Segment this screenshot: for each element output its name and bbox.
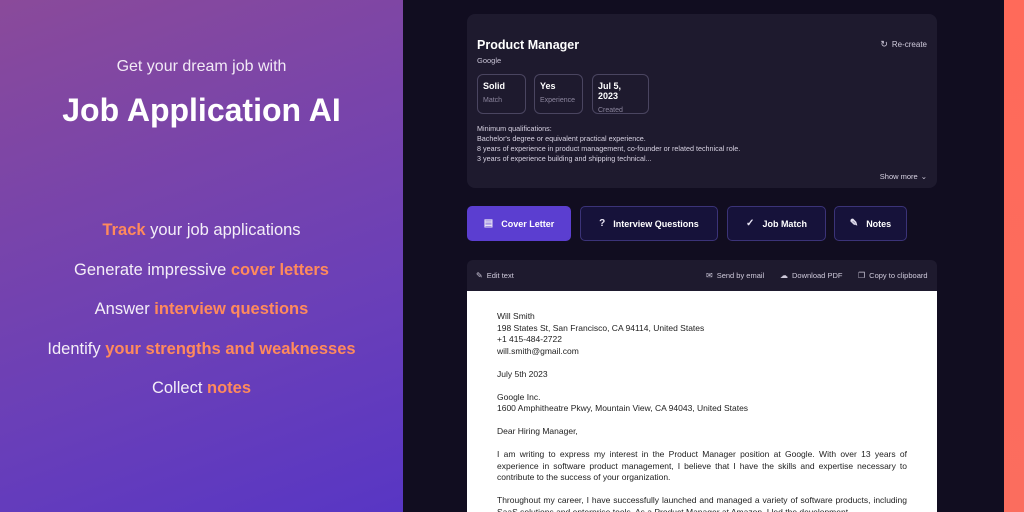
document-icon: ▤ (483, 218, 494, 229)
mail-icon: ✉ (706, 271, 713, 280)
copy-icon: ❐ (858, 271, 866, 280)
show-more-button[interactable]: Show more ⌄ (880, 172, 927, 181)
check-icon: ✓ (746, 218, 755, 229)
refresh-icon: ↻ (880, 39, 888, 49)
cover-letter-panel: ✎ Edit text ✉ Send by email ☁ Download P… (467, 260, 937, 512)
feature-cover-letters: Generate impressive cover letters (74, 261, 329, 279)
feature-notes: Collect notes (151, 379, 252, 397)
edit-text-button[interactable]: ✎ Edit text (476, 271, 514, 280)
promo-pretitle: Get your dream job with (116, 58, 287, 75)
stat-created: Jul 5, 2023 Created (592, 74, 649, 114)
stat-match: Solid Match (477, 74, 526, 114)
letter-paragraph: Throughout my career, I have successfull… (497, 495, 907, 512)
send-email-button[interactable]: ✉ Send by email (706, 271, 764, 280)
job-description: Minimum qualifications: Bachelor's degre… (477, 124, 741, 163)
letter-paragraph: I am writing to express my interest in t… (497, 449, 907, 482)
letter-toolbar: ✎ Edit text ✉ Send by email ☁ Download P… (467, 260, 937, 291)
edit-icon: ✎ (476, 271, 483, 280)
promo-panel: Get your dream job with Job Application … (0, 0, 403, 512)
copy-clipboard-button[interactable]: ❐ Copy to clipboard (858, 271, 928, 280)
tab-job-match[interactable]: ✓ Job Match (727, 206, 826, 241)
letter-date: July 5th 2023 (497, 368, 548, 379)
feature-interview-questions: Answer interview questions (94, 300, 309, 318)
tab-notes[interactable]: ✎ Notes (834, 206, 907, 241)
job-title: Product Manager (477, 38, 580, 52)
question-icon: ? (599, 218, 606, 229)
tab-cover-letter[interactable]: ▤ Cover Letter (467, 206, 571, 241)
app-panel: Product Manager Google ↻ Re-create Solid… (403, 0, 1004, 512)
chevron-down-icon: ⌄ (920, 172, 927, 181)
letter-document: Will Smith 198 States St, San Francisco,… (467, 291, 937, 512)
promo-title: Job Application AI (62, 92, 341, 128)
company-name: Google (477, 56, 502, 65)
cloud-download-icon: ☁ (780, 271, 788, 280)
right-accent-strip (1004, 0, 1024, 512)
recipient-block: Google Inc. 1600 Amphitheatre Pkwy, Moun… (497, 391, 749, 414)
download-pdf-button[interactable]: ☁ Download PDF (780, 271, 842, 280)
sender-block: Will Smith 198 States St, San Francisco,… (497, 311, 705, 356)
tab-interview-questions[interactable]: ? Interview Questions (580, 206, 718, 241)
pencil-icon: ✎ (849, 218, 859, 229)
recreate-button[interactable]: ↻ Re-create (880, 39, 927, 50)
feature-strengths: Identify your strengths and weaknesses (47, 340, 356, 358)
job-card: Product Manager Google ↻ Re-create Solid… (467, 14, 937, 188)
stat-experience: Yes Experience (534, 74, 583, 114)
feature-track: Track your job applications (102, 221, 301, 239)
salutation: Dear Hiring Manager, (497, 426, 578, 436)
